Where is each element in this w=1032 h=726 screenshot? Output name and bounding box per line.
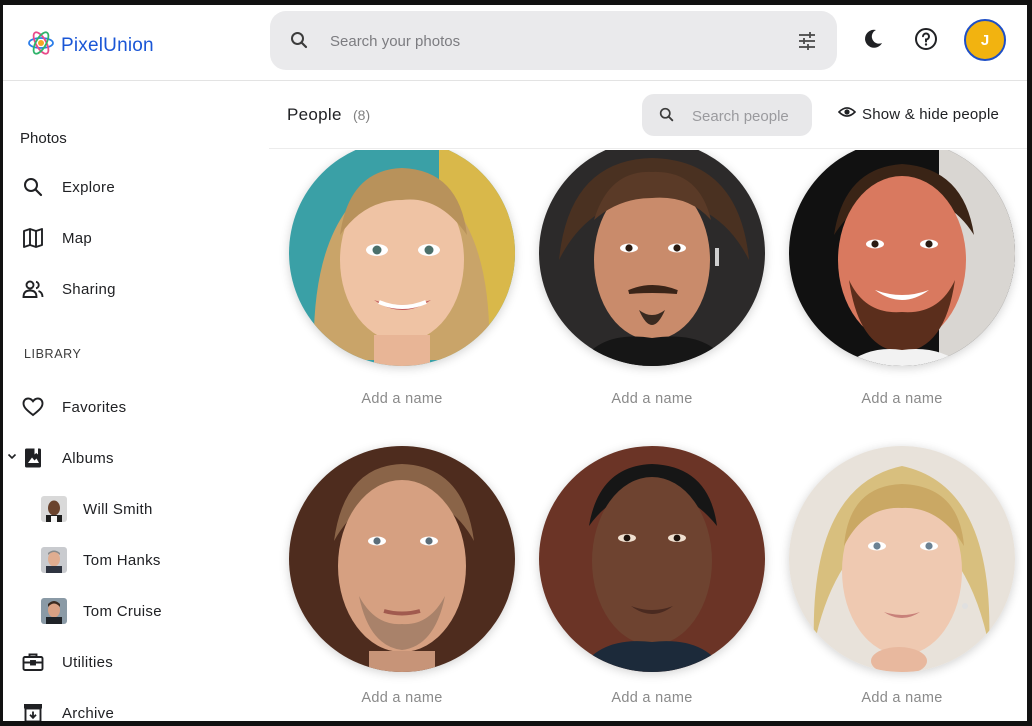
person-face-photo[interactable] <box>289 446 515 672</box>
sidebar-item-sharing[interactable]: Sharing <box>3 269 263 309</box>
person-face-photo[interactable] <box>789 150 1015 366</box>
sidebar-item-map[interactable]: Map <box>3 218 263 258</box>
add-name-field[interactable]: Add a name <box>827 690 977 706</box>
page-title: People <box>287 105 342 124</box>
show-hide-people-button[interactable]: Show & hide people <box>837 105 1000 123</box>
archive-icon <box>21 701 45 721</box>
app-logo[interactable]: PixelUnion <box>27 29 154 62</box>
person-face-photo[interactable] <box>539 446 765 672</box>
search-icon[interactable] <box>290 31 308 54</box>
eye-icon <box>837 105 857 123</box>
person-face-photo[interactable] <box>789 446 1015 672</box>
album-label: Tom Cruise <box>83 602 162 620</box>
album-icon <box>21 446 45 470</box>
dark-mode-icon[interactable] <box>859 25 887 53</box>
sidebar-section-photos[interactable]: Photos <box>20 130 67 147</box>
tune-icon[interactable] <box>797 31 817 56</box>
album-thumbnail <box>41 598 67 624</box>
album-item-tom-cruise[interactable]: Tom Cruise <box>3 591 263 631</box>
people-search-input[interactable] <box>692 106 802 126</box>
search-icon <box>21 175 45 199</box>
help-icon[interactable] <box>912 25 940 53</box>
person-face-photo[interactable] <box>289 150 515 366</box>
album-thumbnail <box>41 496 67 522</box>
app-name: PixelUnion <box>61 34 154 56</box>
search-icon[interactable] <box>659 107 674 127</box>
people-icon <box>21 277 45 301</box>
album-label: Will Smith <box>83 500 153 518</box>
library-heading: LIBRARY <box>24 347 82 361</box>
sidebar-item-label: Utilities <box>62 653 114 671</box>
album-item-tom-hanks[interactable]: Tom Hanks <box>3 540 263 580</box>
photo-search-input[interactable] <box>330 29 750 53</box>
album-thumbnail <box>41 547 67 573</box>
sidebar-item-label: Explore <box>62 178 115 196</box>
people-count: (8) <box>353 107 371 123</box>
people-toolbar: People (8) Show & hide people <box>269 81 1027 149</box>
toolbox-icon <box>21 650 45 674</box>
top-bar: PixelUnion J <box>3 5 1027 81</box>
map-icon <box>21 226 45 250</box>
add-name-field[interactable]: Add a name <box>577 391 727 407</box>
people-grid: Add a name Add a name Add a name Add a n… <box>269 150 1027 721</box>
sidebar-item-label: Archive <box>62 704 115 722</box>
sidebar-item-albums[interactable]: Albums <box>3 438 263 478</box>
chevron-down-icon[interactable] <box>6 449 18 467</box>
people-search-bar[interactable] <box>642 94 812 136</box>
sidebar-item-favorites[interactable]: Favorites <box>3 387 263 427</box>
person-face-photo[interactable] <box>539 150 765 366</box>
add-name-field[interactable]: Add a name <box>327 391 477 407</box>
sidebar-item-label: Map <box>62 229 93 247</box>
sidebar-item-explore[interactable]: Explore <box>3 167 263 207</box>
add-name-field[interactable]: Add a name <box>577 690 727 706</box>
sidebar-item-utilities[interactable]: Utilities <box>3 642 263 682</box>
sidebar-item-archive[interactable]: Archive <box>3 693 263 721</box>
album-label: Tom Hanks <box>83 551 161 569</box>
atom-logo-icon <box>27 29 55 62</box>
show-hide-label: Show & hide people <box>862 105 1000 123</box>
add-name-field[interactable]: Add a name <box>827 391 977 407</box>
album-item-will-smith[interactable]: Will Smith <box>3 489 263 529</box>
add-name-field[interactable]: Add a name <box>327 690 477 706</box>
sidebar-item-label: Favorites <box>62 398 127 416</box>
sidebar-item-label: Albums <box>62 449 114 467</box>
sidebar-item-label: Sharing <box>62 280 116 298</box>
app-window: PixelUnion J Photos <box>3 5 1027 721</box>
photo-search-bar[interactable] <box>270 11 837 70</box>
heart-icon <box>21 395 45 419</box>
sidebar: Photos Explore Map Sharing LIBRARY Favor… <box>3 81 269 721</box>
user-avatar[interactable]: J <box>964 19 1006 61</box>
